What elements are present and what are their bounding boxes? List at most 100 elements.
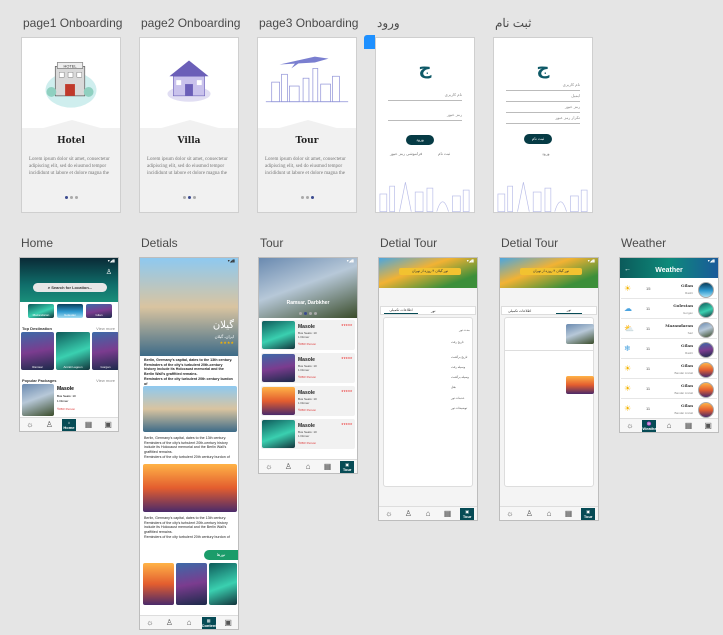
page-indicator [140,196,238,199]
bus-tab-icon[interactable]: ▣ [701,420,715,432]
weather-tab-icon[interactable]: ☼ [503,508,517,520]
destination-card[interactable]: Ramsar [21,332,54,370]
city-avatar [698,322,714,338]
home-tab-icon[interactable]: ⌂ [662,420,676,432]
destination-card[interactable]: Gorgan [92,332,118,370]
profile-tab-icon[interactable]: ♙ [281,461,295,473]
view-more-link[interactable]: View more [96,378,115,383]
profile-tab-icon[interactable]: ♙ [42,419,56,431]
home-tab-icon[interactable]: ⌂ [301,461,315,473]
weather-city: Gilan [681,383,693,388]
profile-tab-icon[interactable]: ♙ [401,508,415,520]
hotel-tab-icon[interactable]: ▦ [682,420,696,432]
tour-card[interactable]: Masole Bus Seats: 10 1 Dinner ₹450/ Pers… [261,353,355,383]
rating-stars: ★★★★ [219,340,234,345]
weather-tab-icon[interactable]: ☼ [262,461,276,473]
weather-temp: 11 [646,326,651,331]
tour-thumb[interactable] [143,563,174,605]
weather-tab-icon[interactable]: ☼ [382,508,396,520]
gallery-image[interactable] [143,386,237,432]
profile-tab-icon[interactable]: ♙ [522,508,536,520]
weather-subcity: Rasht [685,291,693,295]
tour-item-image[interactable] [566,376,594,394]
status-bar: ▾◢▮ [587,258,595,263]
profile-icon[interactable]: ♙ [106,268,112,276]
info-row: تاریخ برگشت [451,355,468,359]
view-more-link[interactable]: View more [96,326,115,331]
hero-caption: Ramsar, Darbkher [286,300,330,306]
details-paragraph: Reminders of the city turbulent 20th cen… [144,455,230,459]
email-field[interactable]: ایمیل [506,93,580,102]
username-field[interactable]: نام کاربری [388,92,462,101]
profile-tab-icon[interactable]: ♙ [162,617,176,629]
login-link[interactable]: ورود [542,151,550,156]
weather-row[interactable]: ☀ 11 Gilan Bandar Anzali [621,380,717,399]
tour-card[interactable]: Masole Bus Seats: 10 1 Dinner ₹450/ Pers… [261,386,355,416]
page-indicator [258,196,356,199]
tour-thumb[interactable] [209,563,237,605]
tab-more-info[interactable]: اطلاعات تکمیلی [508,309,531,313]
weather-tab-icon[interactable]: ☼ [23,419,37,431]
tour-tab[interactable]: ▣ Tour [340,460,355,473]
weather-tab[interactable]: ♒ Weather [642,419,658,432]
hotel-tab-icon[interactable]: ▦ [562,508,576,520]
home-tab[interactable]: ⌂ Home [61,418,76,431]
gallery-image[interactable] [143,464,237,512]
destination-card[interactable]: Anzali Lagoon [56,332,90,370]
weather-tab-icon[interactable]: ☼ [143,617,157,629]
tour-thumb[interactable] [176,563,207,605]
hotel-tab-icon[interactable]: ▦ [441,508,455,520]
tours-button[interactable]: تورها [204,550,238,560]
home-tab-icon[interactable]: ⌂ [421,508,435,520]
tour-tab[interactable]: ▣ Tour [460,507,475,520]
onboarding-title: Tour [295,136,319,146]
password-field[interactable]: رمز عبور [506,104,580,113]
repeat-password-field[interactable]: تکرار رمز عبور [506,115,580,124]
tab-tour[interactable]: تور [556,307,582,314]
weather-city: Gilan [681,403,693,408]
chip-mazandaran[interactable]: Mazandaran [28,304,54,318]
city-avatar [698,362,714,378]
sun-icon: ☀ [624,364,632,373]
place-title: گیلان [212,320,234,331]
signup-link[interactable]: ثبت نام [438,151,450,156]
weather-row[interactable]: ☀ 11 Gilan Bandar Anzali [621,400,717,419]
city-avatar [698,282,714,298]
content-tab[interactable]: ▦ Content [201,616,217,629]
hero-dots [259,312,357,315]
password-field[interactable]: رمز عبور [388,112,462,121]
weather-row[interactable]: ☀ 15 Gilan Rasht [621,280,717,299]
forgot-password-link[interactable]: فراموشی رمز عبور [390,151,422,156]
tab-more-info[interactable]: اطلاعات تکمیلی [384,307,418,314]
home-tab-icon[interactable]: ⌂ [182,617,196,629]
weather-subcity: Bandar Anzali [674,391,693,395]
detail-tour-frame: ▾◢▮ تور گیلان ۴ روزه از تهران اطلاعات تک… [499,257,599,521]
hotel-tab-icon[interactable]: ▦ [82,419,96,431]
tour-card[interactable]: Masole Bus Seats: 10 1 Dinner ₹450/ Pers… [261,419,355,449]
tab-tour[interactable]: تور [431,309,435,313]
chip-gilan[interactable]: Gilan [86,304,112,318]
login-button[interactable]: ورود [406,135,434,145]
weather-row[interactable]: ☀ 11 Gilan Bandar Anzali [621,360,717,379]
username-field[interactable]: نام کاربری [506,82,580,91]
search-input[interactable]: ⌕ Search for Location... [33,283,107,292]
artboard-label: Detials [141,236,178,250]
bus-tab-icon[interactable]: ▣ [221,617,235,629]
home-tab-icon[interactable]: ⌂ [542,508,556,520]
chip-golestan[interactable]: Golestan [57,304,83,318]
bus-tab-icon[interactable]: ▣ [101,419,115,431]
onboarding-frame: Tour Lorem ipsum dolor sit amet, consect… [257,37,357,213]
city-avatar [698,382,714,398]
package-image[interactable] [22,384,54,416]
tour-item-image[interactable] [566,324,594,344]
details-paragraph: Berlin, Germany's capital, dates to the … [144,436,228,454]
weather-row[interactable]: ❄ 11 Gilan Rasht [621,340,717,359]
tour-card[interactable]: Masole Bus Seats: 10 1 Dinner ₹450/ Pers… [261,320,355,350]
sun-tab-icon[interactable]: ☼ [623,420,637,432]
weather-row[interactable]: ☁ 11 Golestan Gorgan [621,300,717,319]
weather-row[interactable]: ⛅ 11 Mazandaran Sari [621,320,717,339]
hotel-tab-icon[interactable]: ▦ [321,461,335,473]
signup-button[interactable]: ثبت نام [524,134,552,144]
bottom-nav: ☼ ♙ ⌂ ▦ ▣ Tour [259,459,357,473]
tour-tab[interactable]: ▣ Tour [581,507,596,520]
